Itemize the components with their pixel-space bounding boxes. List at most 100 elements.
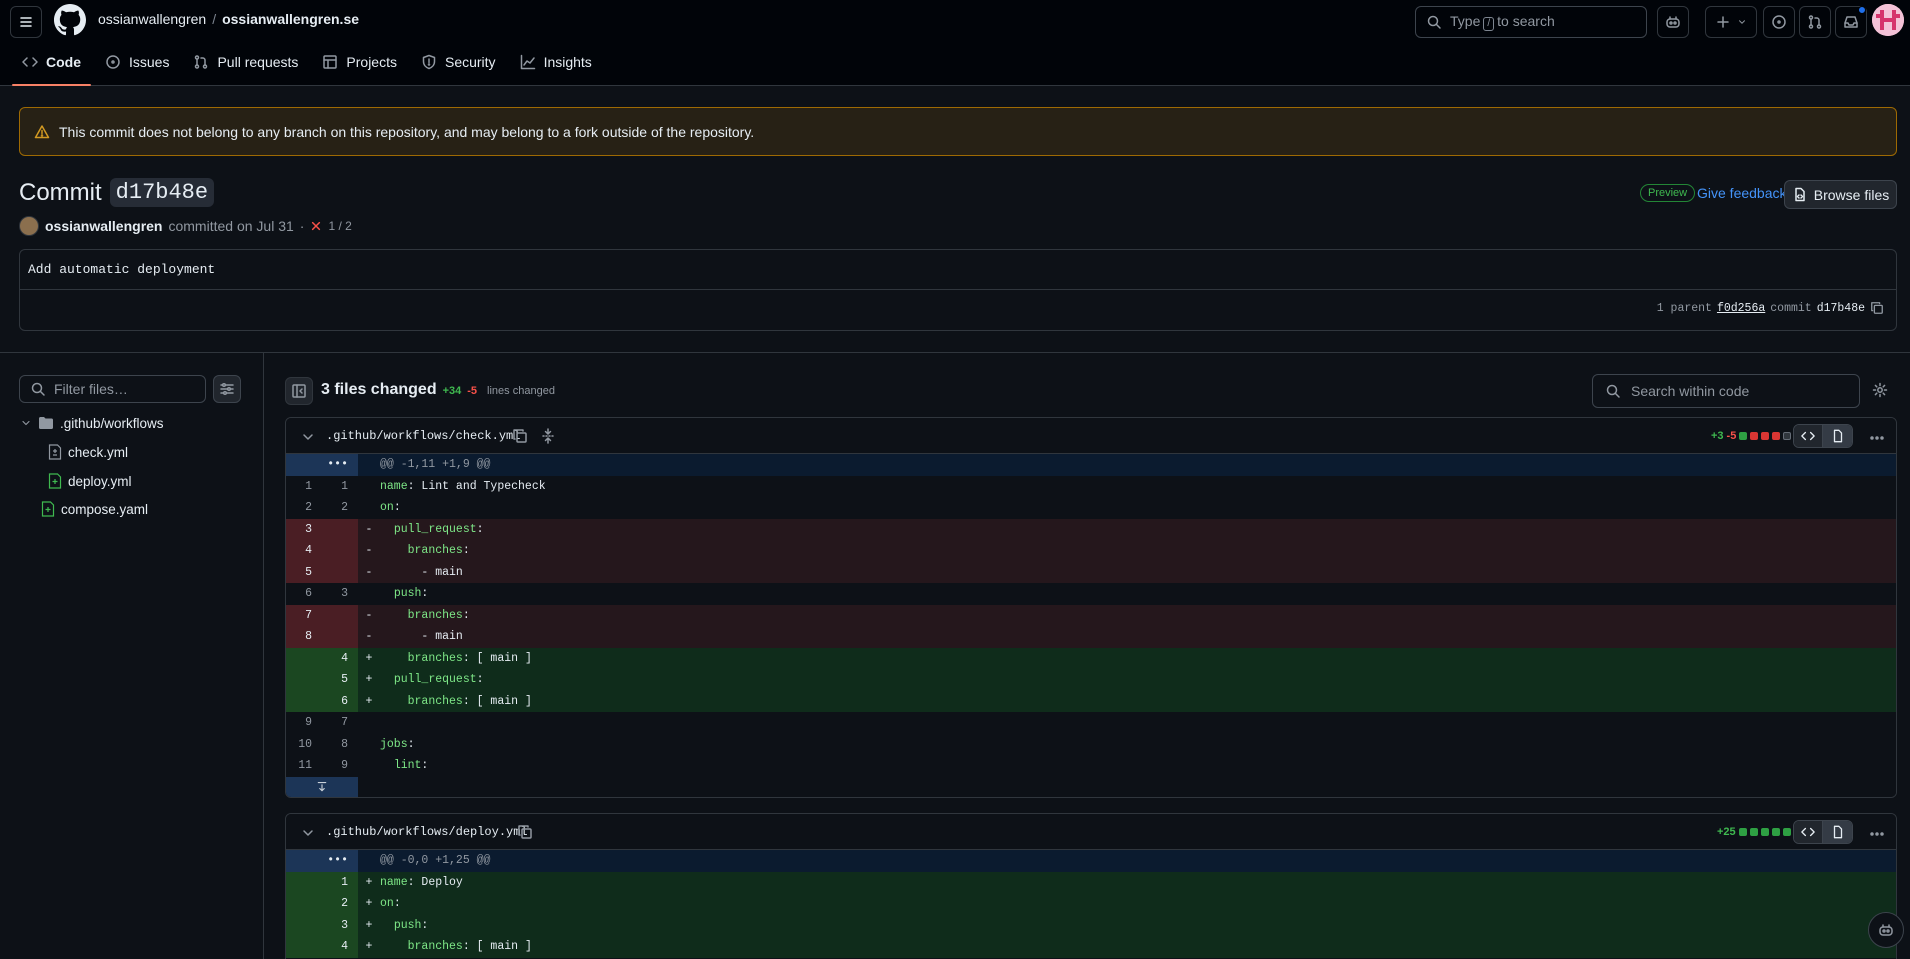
new-line-number[interactable]: 4 <box>322 647 358 669</box>
new-line-number[interactable]: 3 <box>322 914 358 936</box>
new-line-number[interactable] <box>322 540 358 562</box>
yaml-value: : <box>393 501 401 515</box>
old-line-number[interactable] <box>286 914 322 936</box>
checks-count[interactable]: 1 / 2 <box>328 219 351 233</box>
browse-files-button[interactable]: Browse files <box>1784 180 1897 209</box>
old-line-number[interactable] <box>286 936 322 958</box>
new-line-number[interactable] <box>322 604 358 626</box>
tree-file-deploy[interactable]: deploy.yml <box>48 470 132 492</box>
old-line-number[interactable] <box>286 871 322 893</box>
chevron-down-icon[interactable] <box>300 429 316 445</box>
tab-issues[interactable]: Issues <box>95 46 179 78</box>
new-line-number[interactable]: 9 <box>322 755 358 777</box>
old-line-number[interactable]: 4 <box>286 540 322 562</box>
code-text: push: <box>380 587 429 601</box>
old-line-number[interactable]: 5 <box>286 561 322 583</box>
new-line-number[interactable]: 2 <box>322 893 358 915</box>
new-line-number[interactable]: 7 <box>322 712 358 734</box>
old-line-number[interactable]: 7 <box>286 604 322 626</box>
code-view-button[interactable] <box>1794 425 1824 447</box>
copilot-chat-button[interactable] <box>1868 912 1904 948</box>
create-new-button[interactable] <box>1705 6 1757 38</box>
give-feedback-link[interactable]: Give feedback <box>1697 185 1787 201</box>
copilot-button[interactable] <box>1657 6 1689 38</box>
new-line-number[interactable]: 8 <box>322 734 358 756</box>
diff-lines: 1 1 name: Lint and Typecheck 2 2 on: 3- pull_r… <box>286 476 1896 777</box>
search-within-code-input[interactable]: Search within code <box>1592 374 1860 408</box>
file-view-button[interactable] <box>1823 425 1852 447</box>
parent-sha-link[interactable]: f0d256a <box>1717 302 1765 315</box>
old-line-number[interactable]: 1 <box>286 476 322 498</box>
tab-insights[interactable]: Insights <box>510 46 602 78</box>
filter-options-button[interactable] <box>213 375 241 403</box>
new-line-number[interactable] <box>322 626 358 648</box>
copy-icon[interactable] <box>517 824 533 840</box>
new-line-number[interactable]: 4 <box>322 936 358 958</box>
old-line-number[interactable] <box>286 669 322 691</box>
copy-icon[interactable] <box>1870 301 1884 315</box>
new-line-number[interactable]: 2 <box>322 497 358 519</box>
tree-folder[interactable]: .github/workflows <box>20 412 164 434</box>
pull-request-icon <box>1808 15 1822 29</box>
kebab-horizontal-icon[interactable] <box>1869 430 1885 446</box>
copy-icon[interactable] <box>512 428 528 444</box>
kebab-horizontal-icon[interactable] <box>1869 826 1885 842</box>
old-line-number[interactable]: 11 <box>286 755 322 777</box>
old-line-number[interactable] <box>286 690 322 712</box>
tree-file-compose[interactable]: compose.yaml <box>41 498 148 520</box>
author-avatar[interactable] <box>19 216 39 236</box>
expand-all-icon[interactable] <box>540 428 556 444</box>
issue-icon <box>106 55 120 69</box>
old-line-number[interactable] <box>286 647 322 669</box>
issues-button[interactable] <box>1763 6 1795 38</box>
hunk-header: ••• @@ -0,0 +1,25 @@ <box>286 850 1896 872</box>
github-logo[interactable] <box>54 4 86 36</box>
old-line-number[interactable]: 3 <box>286 518 322 540</box>
yaml-value: : [ main ] <box>462 651 532 665</box>
diffstat-square <box>1782 828 1791 836</box>
tab-pull-requests[interactable]: Pull requests <box>183 46 308 78</box>
old-line-number[interactable]: 10 <box>286 734 322 756</box>
global-search[interactable]: Type / to search <box>1415 6 1647 38</box>
x-icon[interactable] <box>310 220 322 232</box>
breadcrumb-repo[interactable]: ossianwallengren.se <box>222 11 359 27</box>
diff-line: 3 + push: <box>286 914 1896 936</box>
pull-requests-button[interactable] <box>1799 6 1831 38</box>
new-line-number[interactable] <box>322 518 358 540</box>
sidebar-collapse-icon <box>292 384 306 398</box>
tree-file-check[interactable]: check.yml <box>48 441 128 463</box>
new-line-number[interactable]: 1 <box>322 476 358 498</box>
old-line-number[interactable]: 9 <box>286 712 322 734</box>
old-line-number[interactable]: 8 <box>286 626 322 648</box>
filter-files-input[interactable]: Filter files… <box>19 375 206 403</box>
tab-projects[interactable]: Projects <box>312 46 407 78</box>
old-line-number[interactable] <box>286 893 322 915</box>
expand-down-button[interactable] <box>286 776 358 797</box>
yaml-key: push <box>393 587 422 601</box>
old-line-number[interactable]: 6 <box>286 583 322 605</box>
file-added-icon <box>48 473 62 489</box>
expand-up-button[interactable]: ••• <box>322 454 358 476</box>
user-avatar[interactable] <box>1872 4 1904 36</box>
author-link[interactable]: ossianwallengren <box>45 218 162 234</box>
diff-settings-button[interactable] <box>1872 382 1888 398</box>
toggle-file-tree-button[interactable] <box>285 377 313 405</box>
new-line-number[interactable]: 1 <box>322 871 358 893</box>
file-view-button[interactable] <box>1823 821 1852 843</box>
file-diffstat: +3 -5 <box>1711 430 1792 442</box>
new-line-number[interactable] <box>322 561 358 583</box>
file-name[interactable]: .github/workflows/deploy.yml <box>326 825 528 839</box>
old-line-number[interactable]: 2 <box>286 497 322 519</box>
code-view-button[interactable] <box>1794 821 1824 843</box>
breadcrumb-owner[interactable]: ossianwallengren <box>98 11 206 27</box>
new-line-number[interactable]: 5 <box>322 669 358 691</box>
expand-up-button[interactable]: ••• <box>322 850 358 872</box>
menu-button[interactable] <box>10 6 42 38</box>
new-line-number[interactable]: 3 <box>322 583 358 605</box>
tab-code[interactable]: Code <box>12 46 91 86</box>
chevron-down-icon[interactable] <box>300 825 316 841</box>
file-name[interactable]: .github/workflows/check.yml <box>326 429 520 443</box>
new-line-number[interactable]: 6 <box>322 690 358 712</box>
tab-security[interactable]: Security <box>411 46 506 78</box>
